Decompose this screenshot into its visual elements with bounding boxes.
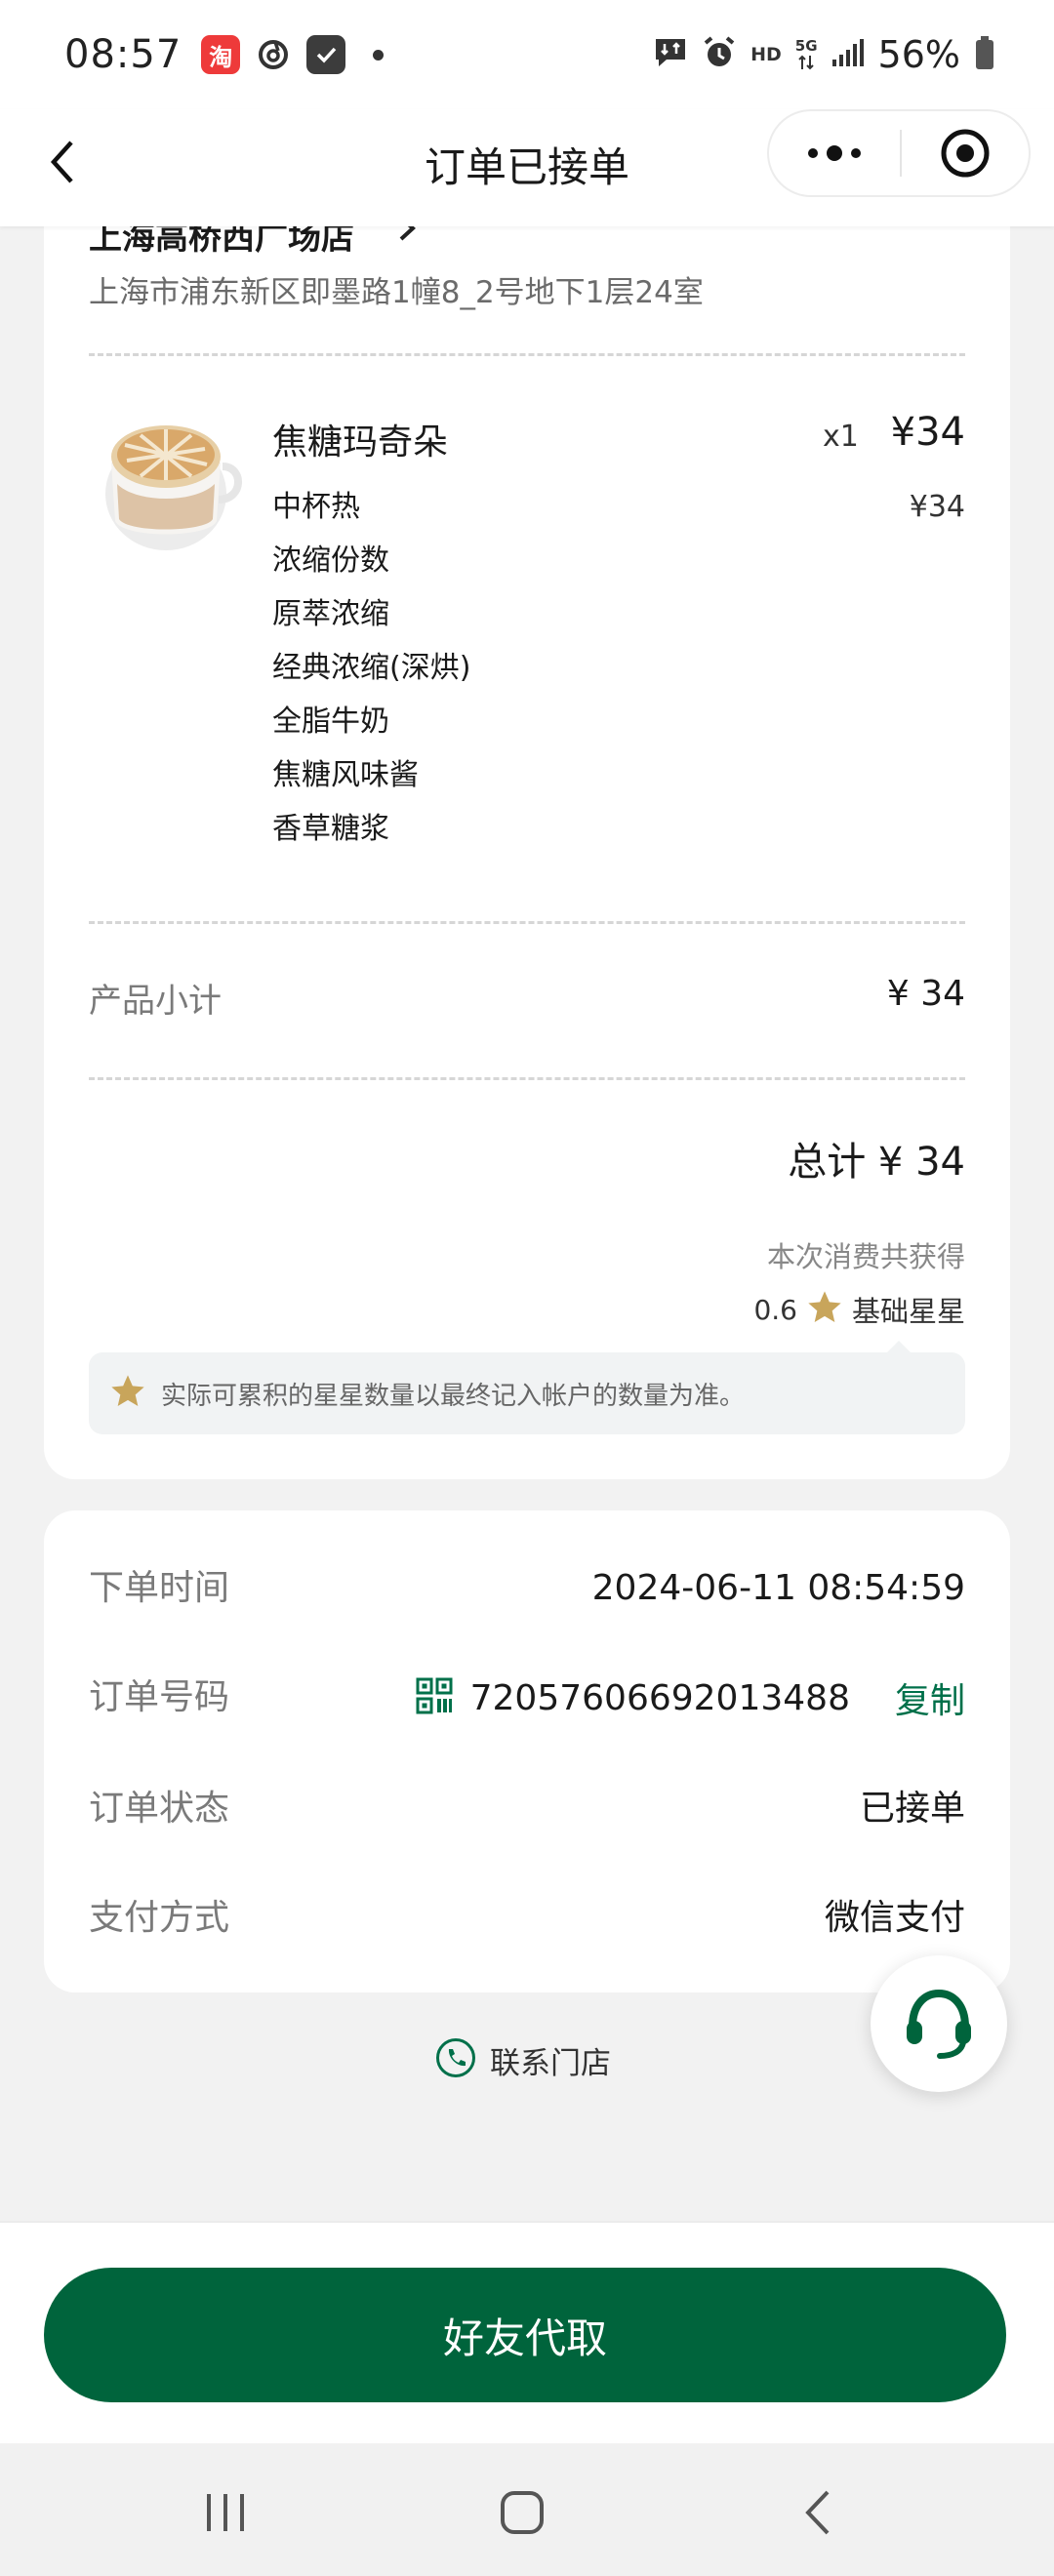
order-time-value: 2024-06-11 08:54:59 bbox=[591, 1568, 965, 1608]
product-quantity: x1 bbox=[823, 420, 859, 454]
option-item: 焦糖风味酱 bbox=[272, 758, 419, 792]
order-status-value: 已接单 bbox=[859, 1789, 965, 1829]
stars-earned-label: 本次消费共获得 bbox=[766, 1240, 965, 1273]
star-icon bbox=[108, 1372, 147, 1415]
customer-service-button[interactable] bbox=[871, 1955, 1007, 2092]
option-item: 经典浓缩(深烘) bbox=[272, 651, 471, 685]
status-bar: 08:57 淘 HD 5G 56% bbox=[0, 0, 1054, 109]
order-number-group: 72057606692013488 复制 bbox=[416, 1669, 965, 1727]
system-back-icon[interactable] bbox=[785, 2478, 853, 2547]
order-number-value: 72057606692013488 bbox=[469, 1677, 850, 1718]
option-item: 全脂牛奶 bbox=[272, 704, 389, 739]
battery-percent: 56% bbox=[877, 33, 960, 76]
payment-method-row: 支付方式 微信支付 bbox=[44, 1889, 1010, 1948]
close-miniprogram-button[interactable] bbox=[902, 111, 1029, 195]
store-address: 上海市浦东新区即墨路1幢8_2号地下1层24室 bbox=[89, 275, 704, 310]
order-info-card: 下单时间 2024-06-11 08:54:59 订单号码 7205760669… bbox=[44, 1510, 1010, 1992]
recent-apps-icon[interactable] bbox=[191, 2478, 260, 2547]
option-item: 原萃浓缩 bbox=[272, 597, 389, 631]
payment-method-value: 微信支付 bbox=[824, 1898, 965, 1938]
order-number-row: 订单号码 72057606692013488 复制 bbox=[44, 1669, 1010, 1727]
product-options: 中杯热 浓缩份数 原萃浓缩 经典浓缩(深烘) 全脂牛奶 焦糖风味酱 香草糖浆 bbox=[272, 480, 470, 856]
message-icon bbox=[653, 36, 688, 73]
contact-store-label: 联系门店 bbox=[490, 2045, 611, 2081]
stars-type-label: 基础星星 bbox=[851, 1295, 965, 1328]
bottom-action-bar: 好友代取 bbox=[0, 2221, 1054, 2443]
stars-earned-row: 0.6 基础星星 bbox=[753, 1288, 965, 1331]
divider bbox=[89, 1077, 965, 1080]
payment-method-label: 支付方式 bbox=[89, 1898, 230, 1938]
subtotal-label: 产品小计 bbox=[89, 982, 222, 1021]
subtotal-value: ¥ 34 bbox=[886, 974, 965, 1014]
status-right: HD 5G 56% bbox=[653, 33, 995, 76]
caramel-macchiato-image bbox=[98, 406, 244, 552]
stars-notice: 实际可累积的星星数量以最终记入帐户的数量为准。 bbox=[89, 1341, 965, 1434]
contact-store-button[interactable]: 联系门店 bbox=[435, 2037, 611, 2082]
copy-button[interactable]: 复制 bbox=[895, 1672, 965, 1723]
miniprogram-capsule bbox=[767, 109, 1031, 197]
option-item: 中杯热 bbox=[272, 490, 360, 524]
phone-icon bbox=[435, 2037, 476, 2082]
option-item: 香草糖浆 bbox=[272, 812, 389, 846]
taobao-app-icon: 淘 bbox=[201, 35, 241, 74]
stars-notice-text: 实际可累积的星星数量以最终记入帐户的数量为准。 bbox=[161, 1381, 746, 1411]
order-time-label: 下单时间 bbox=[89, 1568, 230, 1608]
order-card: 上海高桥西广场店 上海市浦东新区即墨路1幢8_2号地下1层24室 焦糖玛奇朵 x… bbox=[44, 176, 1010, 1479]
more-button[interactable] bbox=[769, 111, 900, 195]
product-price: ¥34 bbox=[890, 410, 965, 455]
home-icon[interactable] bbox=[488, 2478, 556, 2547]
qr-code-icon[interactable] bbox=[416, 1677, 453, 1718]
netease-music-icon bbox=[254, 35, 294, 74]
friend-pickup-button[interactable]: 好友代取 bbox=[44, 2268, 1006, 2402]
network-5g-indicator: 5G bbox=[794, 36, 818, 71]
headset-icon bbox=[907, 1989, 971, 2059]
battery-icon bbox=[974, 35, 995, 74]
more-notifications-dot bbox=[373, 49, 385, 60]
option-price: ¥34 bbox=[909, 490, 965, 524]
stars-earned-value: 0.6 bbox=[753, 1293, 797, 1326]
order-status-row: 订单状态 已接单 bbox=[44, 1780, 1010, 1838]
divider bbox=[89, 353, 965, 356]
status-left: 08:57 淘 bbox=[64, 32, 385, 77]
total-amount: 总计 ¥ 34 bbox=[788, 1140, 965, 1185]
signal-icon bbox=[831, 38, 865, 71]
divider bbox=[89, 921, 965, 924]
nav-bar: 订单已接单 bbox=[0, 109, 1054, 226]
product-name: 焦糖玛奇朵 bbox=[272, 423, 449, 463]
order-number-label: 订单号码 bbox=[89, 1677, 230, 1717]
alarm-icon bbox=[702, 35, 737, 74]
network-type-label: 5G bbox=[794, 36, 818, 55]
order-status-label: 订单状态 bbox=[89, 1789, 230, 1829]
hd-indicator: HD bbox=[750, 44, 782, 65]
star-icon bbox=[805, 1288, 844, 1331]
status-time: 08:57 bbox=[64, 32, 182, 77]
order-time-row: 下单时间 2024-06-11 08:54:59 bbox=[44, 1559, 1010, 1618]
option-item: 浓缩份数 bbox=[272, 543, 389, 578]
system-navigation-bar bbox=[0, 2443, 1054, 2576]
check-app-icon bbox=[306, 35, 346, 74]
